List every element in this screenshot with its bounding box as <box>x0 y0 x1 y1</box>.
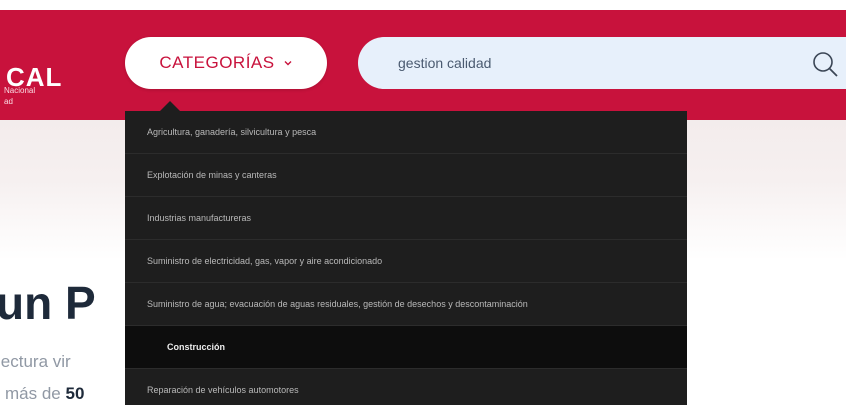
hero-text-prefix: más de <box>5 384 61 403</box>
hero-text-line-2: más de 50 <box>5 384 84 404</box>
logo-subtitle-2: ad <box>4 97 13 106</box>
menu-item[interactable]: Suministro de electricidad, gas, vapor y… <box>125 240 687 283</box>
logo-subtitle-1: Nacional <box>4 86 36 95</box>
menu-item[interactable]: Agricultura, ganadería, silvicultura y p… <box>125 111 687 154</box>
menu-item-active[interactable]: Construcción <box>125 326 687 369</box>
hero-text-line-1: lectura vir <box>0 352 71 371</box>
menu-item[interactable]: Industrias manufactureras <box>125 197 687 240</box>
categories-dropdown-menu: Agricultura, ganadería, silvicultura y p… <box>125 111 687 405</box>
menu-item[interactable]: Reparación de vehículos automotores <box>125 369 687 405</box>
search-icon[interactable] <box>811 50 839 78</box>
dropdown-caret <box>160 101 180 111</box>
top-strip <box>0 0 846 10</box>
categories-label: CATEGORÍAS <box>159 53 275 72</box>
hero-title: un P <box>0 277 96 329</box>
hero-text-number: 50 <box>65 384 85 403</box>
search-input[interactable]: gestion calidad <box>398 37 491 89</box>
menu-item[interactable]: Explotación de minas y canteras <box>125 154 687 197</box>
search-bar[interactable]: gestion calidad <box>358 37 846 89</box>
chevron-down-icon <box>284 61 292 66</box>
categories-button[interactable]: CATEGORÍAS <box>125 37 327 89</box>
menu-item[interactable]: Suministro de agua; evacuación de aguas … <box>125 283 687 326</box>
